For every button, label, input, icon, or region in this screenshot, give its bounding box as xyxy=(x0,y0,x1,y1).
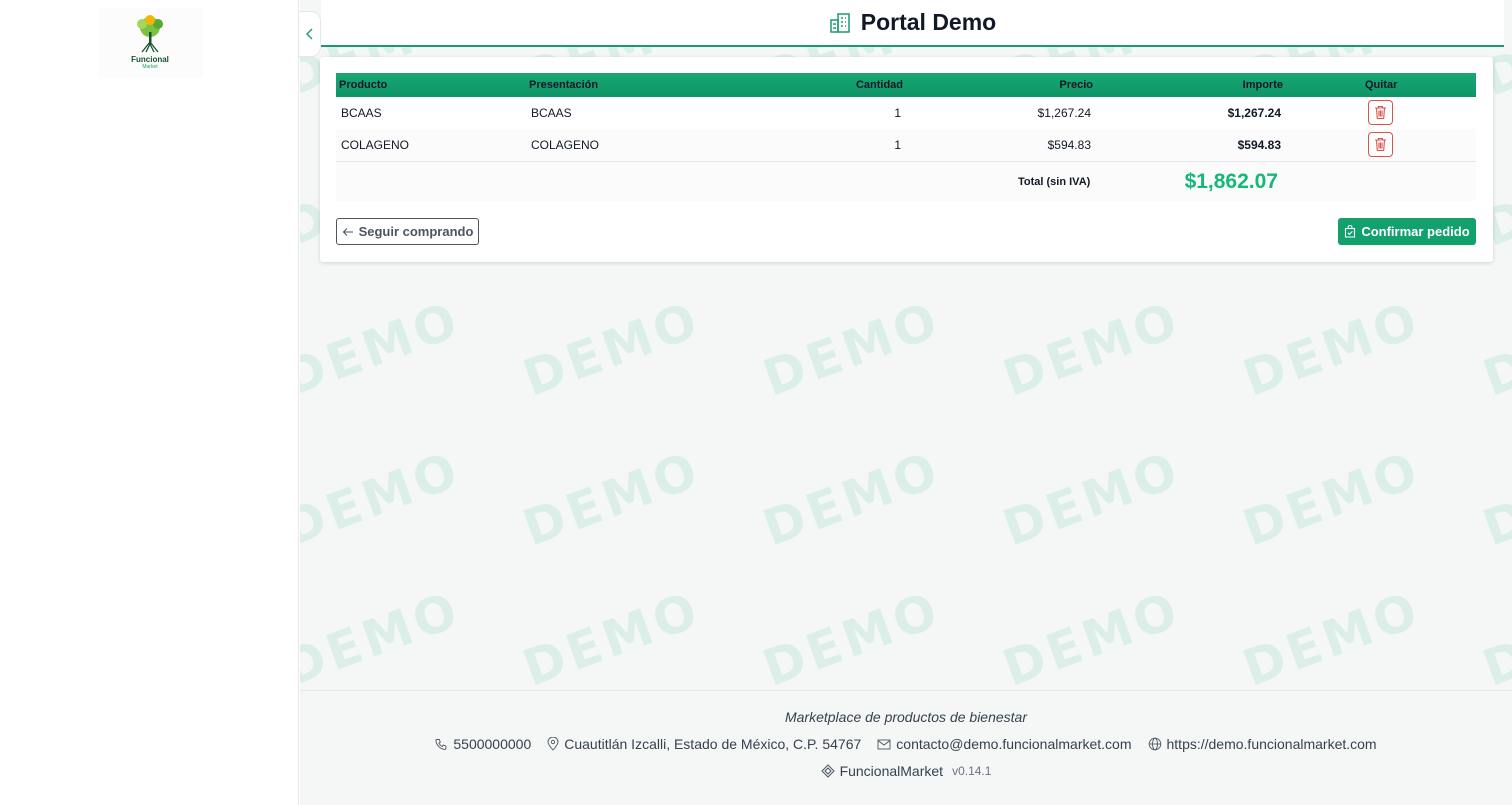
demo-watermark: DEMO xyxy=(300,290,469,408)
demo-watermark: DEMO xyxy=(995,580,1189,698)
phone-icon xyxy=(435,738,447,750)
cart-table-header: Producto Presentación Cantidad Precio Im… xyxy=(336,73,1476,97)
product-quantity: 1 xyxy=(894,138,901,152)
trash-icon xyxy=(1375,105,1386,120)
logo-subtitle: Market xyxy=(142,64,158,70)
total-row: Total (sin IVA) $1,862.07 xyxy=(336,161,1476,201)
table-row: COLAGENO COLAGENO 1 $594.83 $594.83 xyxy=(336,129,1476,161)
footer-email[interactable]: contacto@demo.funcionalmarket.com xyxy=(877,736,1132,752)
brand-name: FuncionalMarket xyxy=(839,763,944,779)
column-amount: Importe xyxy=(1242,79,1283,91)
remove-item-button[interactable] xyxy=(1368,100,1393,125)
map-pin-icon xyxy=(547,737,559,751)
remove-item-button[interactable] xyxy=(1368,132,1393,157)
demo-watermark: DEMO xyxy=(995,290,1189,408)
tree-logo-icon xyxy=(137,15,163,53)
main-content: DEMO DEMO DEMO DEMO DEMO DEMO DEMO DEMO DEMO DEMO… xyxy=(300,0,1512,805)
continue-shopping-label: Seguir comprando xyxy=(358,224,474,239)
trash-icon xyxy=(1375,137,1386,152)
demo-watermark: DEMO xyxy=(300,580,469,698)
footer-brand: FuncionalMarket v0.14.1 xyxy=(300,763,1512,779)
column-quantity: Cantidad xyxy=(855,79,903,91)
globe-icon xyxy=(1148,737,1161,751)
footer-tagline: Marketplace de productos de bienestar xyxy=(784,709,1028,725)
product-name: COLAGENO xyxy=(341,138,410,152)
footer-address: Cuautitlán Izcalli, Estado de México, C.… xyxy=(547,736,861,752)
demo-watermark: DEMO xyxy=(1235,440,1429,558)
demo-watermark: DEMO xyxy=(515,580,709,698)
arrow-left-icon xyxy=(342,227,353,236)
demo-watermark: DEMO xyxy=(1475,440,1512,558)
page-header: Portal Demo xyxy=(321,0,1504,47)
website-text: https://demo.funcionalmarket.com xyxy=(1166,736,1377,752)
confirm-order-button[interactable]: Confirmar pedido xyxy=(1338,218,1476,245)
email-text: contacto@demo.funcionalmarket.com xyxy=(896,736,1132,752)
demo-watermark: DEMO xyxy=(755,290,949,408)
total-value: $1,862.07 xyxy=(1184,170,1278,193)
continue-shopping-button[interactable]: Seguir comprando xyxy=(336,218,479,245)
demo-watermark: DEMO xyxy=(995,440,1189,558)
column-price: Precio xyxy=(1059,79,1093,91)
funcional-market-logo[interactable]: Funcional Market xyxy=(97,8,203,78)
product-quantity: 1 xyxy=(894,106,901,120)
table-row: BCAAS BCAAS 1 $1,267.24 $1,267.24 xyxy=(336,97,1476,129)
page-title: Portal Demo xyxy=(860,9,997,35)
sidebar: Funcional Market xyxy=(0,0,299,805)
demo-watermark: DEMO xyxy=(755,440,949,558)
brand-mark-icon xyxy=(820,764,835,778)
shopping-bag-check-icon xyxy=(1345,225,1356,238)
confirm-order-label: Confirmar pedido xyxy=(1361,224,1470,239)
demo-watermark: DEMO xyxy=(1475,290,1512,408)
column-remove: Quitar xyxy=(1365,79,1398,91)
demo-watermark: DEMO xyxy=(515,290,709,408)
footer-phone[interactable]: 5500000000 xyxy=(435,736,531,752)
column-presentation: Presentación xyxy=(529,79,599,91)
demo-watermark: DEMO xyxy=(1235,580,1429,698)
demo-watermark: DEMO xyxy=(515,440,709,558)
product-price: $594.83 xyxy=(1047,138,1091,152)
product-amount: $594.83 xyxy=(1237,138,1281,152)
demo-watermark: DEMO xyxy=(1235,290,1429,408)
demo-watermark: DEMO xyxy=(300,440,469,558)
demo-watermark: DEMO xyxy=(755,580,949,698)
footer-contacts: 5500000000 Cuautitlán Izcalli, Estado de… xyxy=(300,736,1512,752)
phone-text: 5500000000 xyxy=(453,736,532,752)
total-label: Total (sin IVA) xyxy=(1018,176,1091,188)
product-name: BCAAS xyxy=(341,106,382,120)
product-amount: $1,267.24 xyxy=(1227,106,1281,120)
logo-name: Funcional xyxy=(131,55,169,64)
footer-website[interactable]: https://demo.funcionalmarket.com xyxy=(1148,736,1377,752)
building-icon xyxy=(830,12,850,33)
product-presentation: BCAAS xyxy=(531,106,572,120)
product-price: $1,267.24 xyxy=(1037,106,1091,120)
cart-card: Producto Presentación Cantidad Precio Im… xyxy=(320,57,1493,262)
demo-watermark: DEMO xyxy=(1475,580,1512,698)
collapse-sidebar-button[interactable] xyxy=(299,11,321,57)
page-footer: Marketplace de productos de bienestar 55… xyxy=(300,690,1512,805)
address-text: Cuautitlán Izcalli, Estado de México, C.… xyxy=(564,736,862,752)
app-version: v0.14.1 xyxy=(952,764,992,778)
chevron-left-icon xyxy=(305,28,312,40)
mail-icon xyxy=(877,739,891,749)
product-presentation: COLAGENO xyxy=(531,138,600,152)
column-product: Producto xyxy=(339,79,388,91)
